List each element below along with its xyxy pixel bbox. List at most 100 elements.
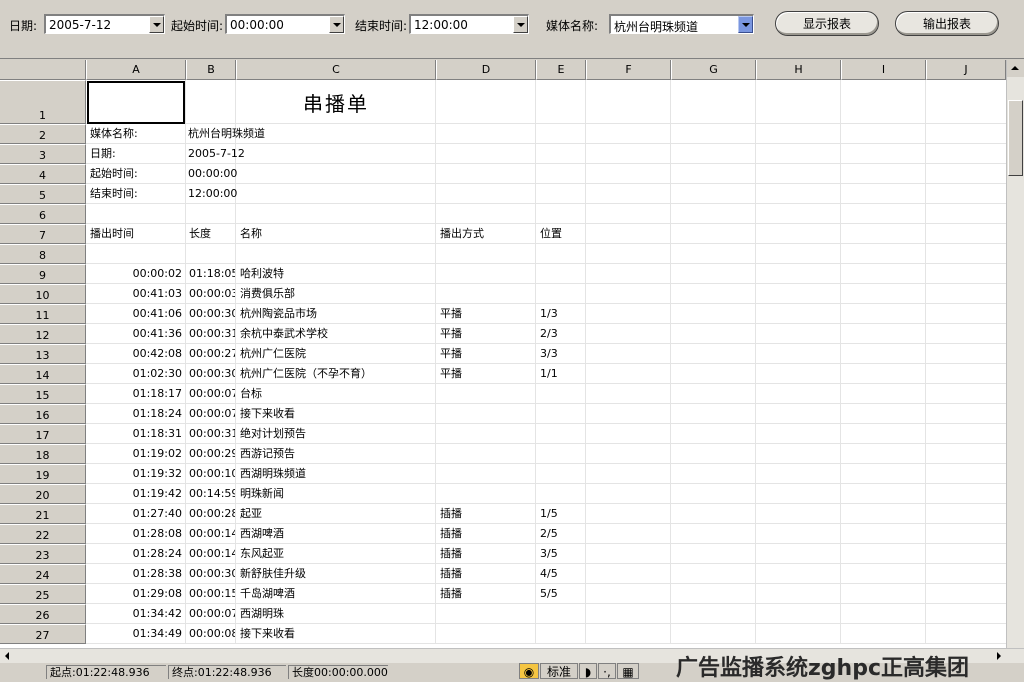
time-cell[interactable]: 01:19:32 [88, 464, 182, 484]
column-header[interactable]: H [756, 60, 841, 80]
mode-cell[interactable] [440, 444, 534, 464]
length-cell[interactable]: 00:00:29 [189, 444, 235, 464]
pos-cell[interactable] [540, 464, 584, 484]
name-cell[interactable]: 接下来收看 [240, 404, 434, 424]
row-header[interactable]: 11 [0, 304, 86, 324]
end-time-select[interactable]: 12:00:00 [409, 14, 529, 34]
pos-cell[interactable]: 4/5 [540, 564, 584, 584]
time-cell[interactable]: 01:19:02 [88, 444, 182, 464]
time-cell[interactable]: 01:29:08 [88, 584, 182, 604]
info-label-cell[interactable]: 结束时间: [90, 184, 184, 204]
chevron-down-icon[interactable] [149, 16, 164, 33]
name-cell[interactable]: 哈利波特 [240, 264, 434, 284]
info-value-cell[interactable]: 12:00:00 [188, 184, 308, 204]
time-cell[interactable]: 01:28:08 [88, 524, 182, 544]
name-cell[interactable]: 杭州陶瓷品市场 [240, 304, 434, 324]
column-header[interactable]: F [586, 60, 671, 80]
pos-cell[interactable] [540, 444, 584, 464]
column-header[interactable]: C [236, 60, 436, 80]
mode-cell[interactable] [440, 424, 534, 444]
selected-cell-a1[interactable] [87, 81, 185, 124]
time-cell[interactable]: 01:19:42 [88, 484, 182, 504]
row-header[interactable]: 10 [0, 284, 86, 304]
length-cell[interactable]: 00:00:31 [189, 424, 235, 444]
header-time-cell[interactable]: 播出时间 [90, 224, 184, 244]
scroll-thumb[interactable] [1008, 100, 1023, 176]
row-header[interactable]: 15 [0, 384, 86, 404]
pos-cell[interactable]: 1/1 [540, 364, 584, 384]
half-width-icon[interactable]: ◗ [579, 663, 597, 679]
row-header[interactable]: 13 [0, 344, 86, 364]
length-cell[interactable]: 00:00:30 [189, 304, 235, 324]
pos-cell[interactable]: 1/3 [540, 304, 584, 324]
time-cell[interactable]: 01:34:42 [88, 604, 182, 624]
length-cell[interactable]: 00:00:08 [189, 624, 235, 644]
name-cell[interactable]: 西游记预告 [240, 444, 434, 464]
row-header[interactable]: 2 [0, 124, 86, 144]
row-header[interactable]: 27 [0, 624, 86, 644]
name-cell[interactable]: 西湖啤酒 [240, 524, 434, 544]
scroll-up-icon[interactable] [1007, 60, 1024, 77]
mode-cell[interactable]: 平播 [440, 304, 534, 324]
ime-logo-icon[interactable]: ◉ [519, 663, 539, 679]
scroll-right-icon[interactable] [992, 650, 1004, 662]
punctuation-icon[interactable]: ·, [598, 663, 616, 679]
pos-cell[interactable] [540, 284, 584, 304]
column-header[interactable]: J [926, 60, 1006, 80]
name-cell[interactable]: 千岛湖啤酒 [240, 584, 434, 604]
name-cell[interactable]: 东风起亚 [240, 544, 434, 564]
length-cell[interactable]: 00:00:10 [189, 464, 235, 484]
mode-cell[interactable] [440, 484, 534, 504]
pos-cell[interactable]: 3/3 [540, 344, 584, 364]
name-cell[interactable]: 余杭中泰武术学校 [240, 324, 434, 344]
time-cell[interactable]: 01:18:31 [88, 424, 182, 444]
info-value-cell[interactable]: 2005-7-12 [188, 144, 308, 164]
info-label-cell[interactable]: 媒体名称: [90, 124, 184, 144]
mode-cell[interactable] [440, 284, 534, 304]
row-header[interactable]: 20 [0, 484, 86, 504]
column-header[interactable]: I [841, 60, 926, 80]
name-cell[interactable]: 新舒肤佳升级 [240, 564, 434, 584]
row-header[interactable]: 8 [0, 244, 86, 264]
length-cell[interactable]: 00:00:30 [189, 564, 235, 584]
pos-cell[interactable]: 3/5 [540, 544, 584, 564]
spreadsheet[interactable]: ABCDEFGHIJ 1 2 3 4 5 6 7 8 9 10 11 12 13 14 15 16 17 18 19… [0, 60, 1024, 648]
header-pos-cell[interactable]: 位置 [540, 224, 584, 244]
chevron-down-icon[interactable] [513, 16, 528, 33]
name-cell[interactable]: 明珠新闻 [240, 484, 434, 504]
mode-cell[interactable]: 平播 [440, 344, 534, 364]
row-header[interactable]: 21 [0, 504, 86, 524]
length-cell[interactable]: 00:00:27 [189, 344, 235, 364]
vertical-scrollbar[interactable] [1006, 60, 1024, 648]
name-cell[interactable]: 起亚 [240, 504, 434, 524]
name-cell[interactable]: 绝对计划预告 [240, 424, 434, 444]
pos-cell[interactable]: 1/5 [540, 504, 584, 524]
mode-cell[interactable]: 插播 [440, 564, 534, 584]
header-length-cell[interactable]: 长度 [189, 224, 235, 244]
mode-cell[interactable] [440, 384, 534, 404]
row-header[interactable]: 16 [0, 404, 86, 424]
date-select[interactable]: 2005-7-12 [44, 14, 165, 34]
mode-cell[interactable]: 插播 [440, 504, 534, 524]
column-header[interactable]: D [436, 60, 536, 80]
time-cell[interactable]: 01:28:38 [88, 564, 182, 584]
chevron-down-icon[interactable] [738, 16, 753, 33]
show-report-button[interactable]: 显示报表 [775, 11, 879, 36]
name-cell[interactable]: 消费俱乐部 [240, 284, 434, 304]
column-header[interactable]: B [186, 60, 236, 80]
info-label-cell[interactable]: 起始时间: [90, 164, 184, 184]
row-header[interactable]: 5 [0, 184, 86, 204]
time-cell[interactable]: 01:18:17 [88, 384, 182, 404]
row-header[interactable]: 25 [0, 584, 86, 604]
length-cell[interactable]: 01:18:05 [189, 264, 235, 284]
pos-cell[interactable]: 2/3 [540, 324, 584, 344]
name-cell[interactable]: 杭州广仁医院 [240, 344, 434, 364]
header-mode-cell[interactable]: 播出方式 [440, 224, 534, 244]
mode-cell[interactable] [440, 264, 534, 284]
name-cell[interactable]: 台标 [240, 384, 434, 404]
export-report-button[interactable]: 输出报表 [895, 11, 999, 36]
length-cell[interactable]: 00:00:30 [189, 364, 235, 384]
pos-cell[interactable] [540, 424, 584, 444]
time-cell[interactable]: 00:41:03 [88, 284, 182, 304]
mode-cell[interactable] [440, 624, 534, 644]
